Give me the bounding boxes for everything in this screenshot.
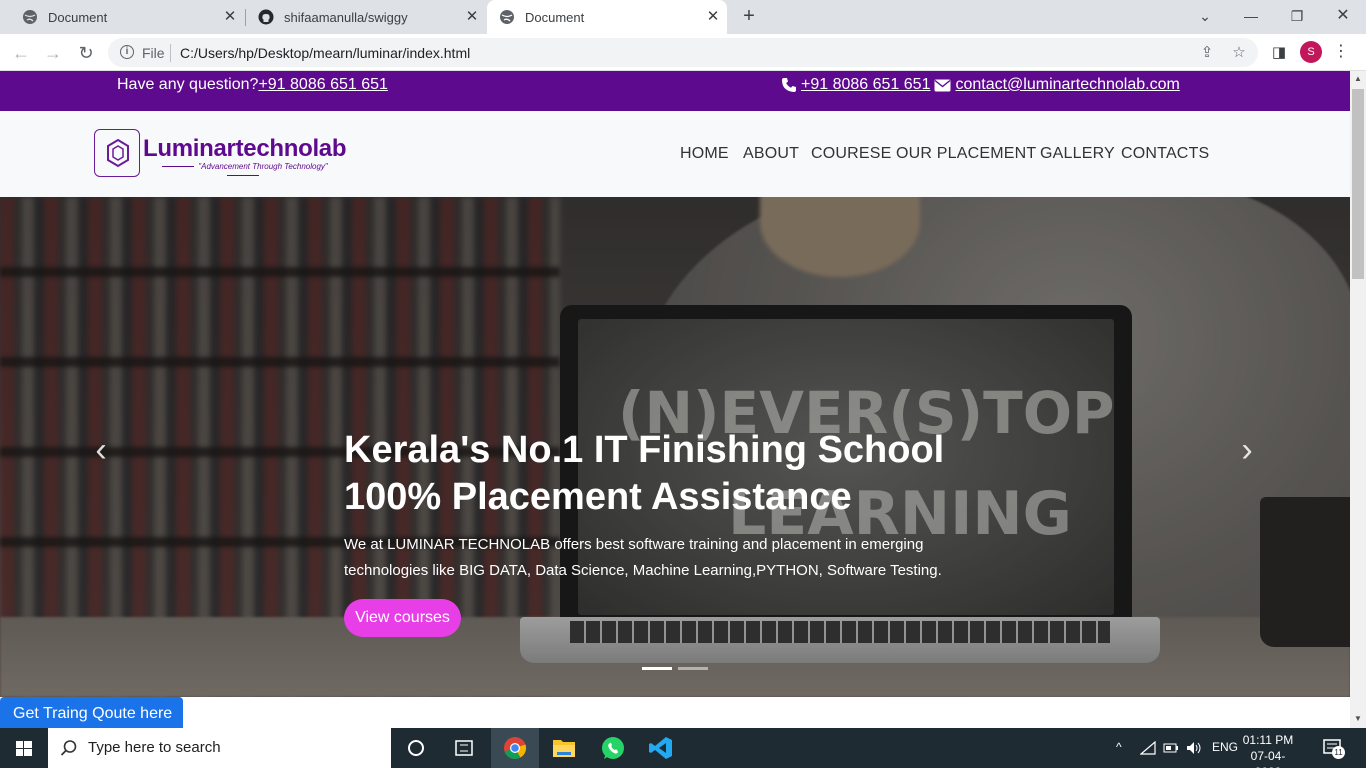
- scroll-down-icon[interactable]: ▼: [1354, 715, 1362, 723]
- question-label: Have any question?: [117, 76, 259, 93]
- profile-avatar[interactable]: S: [1300, 41, 1322, 63]
- bookmark-star-icon[interactable]: ☆: [1230, 44, 1248, 62]
- logo-title[interactable]: Luminartechnolab: [143, 135, 347, 163]
- chrome-taskbar-icon[interactable]: [491, 728, 539, 768]
- nav-contacts[interactable]: CONTACTS: [1121, 145, 1209, 163]
- window-close-button[interactable]: ✕: [1328, 4, 1358, 28]
- tab-title: Document: [48, 9, 108, 25]
- scroll-up-icon[interactable]: ▲: [1354, 75, 1362, 83]
- logo-tagline-text: "Advancement Through Technology": [198, 162, 328, 171]
- notification-badge: 11: [1332, 746, 1345, 759]
- system-clock[interactable]: 01:11 PM 07-04-2023: [1238, 732, 1298, 780]
- back-button[interactable]: ←: [10, 42, 32, 64]
- question-text: Have any question?+91 8086 651 651: [117, 76, 388, 94]
- nav-course[interactable]: COURESE: [811, 145, 892, 163]
- whatsapp-icon: [602, 737, 624, 759]
- nav-our-placement[interactable]: OUR PLACEMENT: [896, 145, 1036, 163]
- tab-title: Document: [525, 9, 585, 25]
- carousel-prev-icon[interactable]: ‹: [86, 430, 116, 470]
- address-bar[interactable]: i File C:/Users/hp/Desktop/mearn/luminar…: [108, 38, 1258, 67]
- site-header: Luminartechnolab "Advancement Through Te…: [0, 111, 1350, 197]
- email-link[interactable]: contact@luminartechnolab.com: [955, 76, 1179, 94]
- cortana-icon[interactable]: [392, 728, 440, 768]
- url-text[interactable]: C:/Users/hp/Desktop/mearn/luminar/index.…: [180, 45, 470, 61]
- clock-date: 07-04-2023: [1250, 749, 1286, 779]
- browser-tab-strip: Document ✕ shifaamanulla/swiggy ✕ Docume…: [0, 0, 1366, 34]
- cortana-circle-icon: [408, 740, 424, 756]
- get-quote-button[interactable]: Get Traing Qoute here: [0, 697, 183, 728]
- share-icon[interactable]: ⇪: [1198, 44, 1216, 62]
- logo-mark[interactable]: [94, 129, 140, 177]
- close-icon[interactable]: ✕: [464, 9, 480, 25]
- tab-document-active[interactable]: Document ✕: [487, 0, 727, 34]
- network-icon[interactable]: [1140, 741, 1156, 755]
- carousel-indicator[interactable]: [678, 667, 708, 670]
- hero-carousel: (N)EVER(S)TOP LEARNING Kerala's No.1 IT …: [0, 197, 1350, 697]
- hero-description: We at LUMINAR TECHNOLAB offers best soft…: [344, 536, 942, 579]
- side-panel-icon[interactable]: ◨: [1268, 42, 1290, 64]
- tab-swiggy[interactable]: shifaamanulla/swiggy ✕: [246, 0, 486, 34]
- globe-icon: [500, 10, 514, 24]
- search-icon: [60, 740, 77, 756]
- close-icon[interactable]: ✕: [222, 9, 238, 25]
- start-button[interactable]: [0, 728, 48, 768]
- tab-document-1[interactable]: Document ✕: [8, 0, 244, 34]
- minimize-button[interactable]: —: [1236, 4, 1266, 28]
- info-icon[interactable]: i: [120, 45, 134, 59]
- tab-title: shifaamanulla/swiggy: [284, 9, 408, 25]
- logo-tagline: "Advancement Through Technology": [143, 162, 343, 180]
- phone-link[interactable]: +91 8086 651 651: [801, 76, 930, 94]
- windows-taskbar: Type here to search ^ ENG 01:11 PM 07-04…: [0, 728, 1366, 779]
- reload-button[interactable]: ↻: [75, 42, 97, 64]
- notifications-button[interactable]: 11: [1322, 738, 1345, 759]
- taskbar-search-box[interactable]: Type here to search: [48, 728, 391, 768]
- scroll-thumb[interactable]: [1352, 89, 1364, 279]
- windows-logo-icon: [16, 741, 32, 756]
- globe-icon: [23, 10, 37, 24]
- page-viewport: Have any question?+91 8086 651 651 +91 8…: [0, 71, 1366, 728]
- browser-menu-icon[interactable]: ⋮: [1332, 42, 1350, 62]
- tab-search-chevron-icon[interactable]: ⌄: [1190, 4, 1220, 28]
- nav-gallery[interactable]: GALLERY: [1040, 145, 1115, 163]
- task-view-glyph-icon: [455, 740, 473, 756]
- search-placeholder: Type here to search: [88, 739, 221, 756]
- file-explorer-taskbar-icon[interactable]: [540, 728, 588, 768]
- hexagon-logo-icon: [107, 138, 129, 168]
- question-phone-link[interactable]: +91 8086 651 651: [258, 76, 387, 93]
- scheme-label: File: [142, 45, 165, 61]
- carousel-next-icon[interactable]: ›: [1232, 430, 1262, 470]
- contact-links: +91 8086 651 651 contact@luminartechnola…: [781, 76, 1180, 94]
- nav-home[interactable]: HOME: [680, 145, 729, 163]
- show-hidden-icons-chevron-icon[interactable]: ^: [1116, 740, 1122, 754]
- chrome-icon: [504, 737, 527, 760]
- close-icon[interactable]: ✕: [705, 9, 721, 25]
- new-tab-button[interactable]: +: [738, 5, 760, 27]
- volume-icon[interactable]: [1186, 741, 1204, 755]
- battery-icon[interactable]: [1163, 742, 1179, 754]
- browser-toolbar: ← → ↻ i File C:/Users/hp/Desktop/mearn/l…: [0, 34, 1366, 71]
- vscode-taskbar-icon[interactable]: [637, 728, 685, 768]
- restore-button[interactable]: ❐: [1282, 4, 1312, 28]
- task-view-icon[interactable]: [440, 728, 488, 768]
- omnibox-divider: [170, 44, 171, 62]
- forward-button[interactable]: →: [42, 42, 64, 64]
- hero-title-line: Kerala's No.1 IT Finishing School: [344, 429, 945, 471]
- carousel-indicator-active[interactable]: [642, 667, 672, 670]
- clock-time: 01:11 PM: [1242, 733, 1294, 747]
- vscode-icon: [649, 737, 672, 759]
- nav-about[interactable]: ABOUT: [743, 145, 799, 163]
- phone-icon: [782, 78, 796, 92]
- whatsapp-taskbar-icon[interactable]: [589, 728, 637, 768]
- envelope-icon: [934, 79, 951, 91]
- folder-icon: [553, 740, 575, 757]
- hero-title-line: 100% Placement Assistance: [344, 476, 852, 518]
- language-indicator[interactable]: ENG: [1212, 740, 1238, 754]
- view-courses-button[interactable]: View courses: [344, 599, 461, 637]
- github-icon: [258, 9, 274, 25]
- hero-title: Kerala's No.1 IT Finishing School 100% P…: [344, 427, 1044, 521]
- page-scrollbar[interactable]: ▲ ▼: [1350, 71, 1366, 728]
- contact-topbar: Have any question?+91 8086 651 651 +91 8…: [0, 71, 1350, 111]
